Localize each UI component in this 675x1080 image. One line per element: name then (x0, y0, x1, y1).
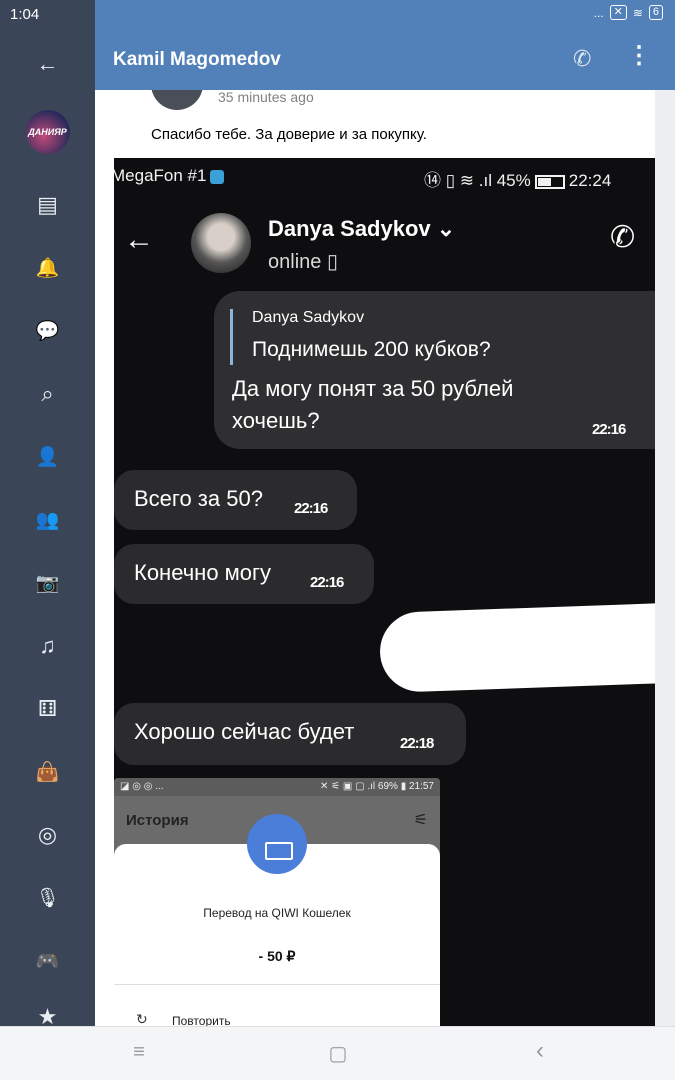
search-icon[interactable]: ⌕ (0, 374, 95, 414)
bubble-time: 22:16 (294, 500, 328, 517)
carrier-name: MegaFon #1 (114, 166, 207, 185)
incoming-bubble: Хорошо сейчас будет 22:18 (114, 703, 466, 765)
reply-name: Danya Sadykov (252, 309, 365, 326)
avatar: ДАНИЯР (25, 110, 70, 154)
bell-icon[interactable]: 🔔 (0, 248, 95, 288)
camera-icon[interactable]: 📷 (0, 563, 95, 603)
message-time: 35 minutes ago (218, 90, 314, 105)
bubble-time: 22:16 (310, 574, 344, 591)
status-dots: ... (593, 5, 604, 20)
contact-avatar (191, 213, 251, 273)
status-time: 1:04 (10, 6, 40, 23)
repeat-label: Повторить (172, 1014, 231, 1026)
target-icon[interactable]: ◎ (0, 815, 95, 855)
reply-text: Поднимешь 200 кубков? (252, 338, 491, 361)
gamepad-icon[interactable]: 🎮 (0, 941, 95, 981)
qiwi-screenshot: ◪ ◎ ◎ ... ✕ ⚟ ▣ ▢ .ıl 69% ▮ 21:57 Истори… (114, 778, 440, 1026)
phone-icon[interactable]: ✆ (573, 46, 591, 72)
outgoing-bubble: Danya Sadykov Поднимешь 200 кубков? Да м… (214, 291, 655, 449)
podcast-icon[interactable]: 🎙 (0, 878, 95, 918)
wifi-icon: ≋ (632, 5, 643, 20)
contact-status: online ▯ (268, 249, 338, 274)
redaction-mark (378, 602, 655, 694)
sim-icon: ✕ (609, 5, 627, 20)
chat-header: Kamil Magomedov ✆ ⋮ (95, 30, 675, 90)
star-icon[interactable]: ★ (0, 1004, 95, 1026)
profile-avatar[interactable]: ДАНИЯР (0, 110, 95, 154)
chat-title[interactable]: Kamil Magomedov (113, 49, 281, 71)
qiwi-status-bar: ◪ ◎ ◎ ... ✕ ⚟ ▣ ▢ .ıl 69% ▮ 21:57 (114, 778, 440, 796)
divider (114, 984, 440, 985)
message-area: 35 minutes ago Спасибо тебе. За доверие … (95, 90, 675, 1026)
message-text: Спасибо тебе. За доверие и за покупку. (151, 126, 427, 143)
back-arrow-icon[interactable]: ← (0, 44, 95, 84)
shop-icon[interactable]: 👜 (0, 752, 95, 792)
bubble-time: 22:16 (592, 421, 626, 438)
reply-bar (230, 309, 233, 365)
chevron-down-icon: ⌄ (436, 216, 456, 241)
contact-name: Danya Sadykov ⌄ (268, 216, 455, 242)
transfer-amount: - 50 ₽ (258, 948, 296, 964)
shield-icon (210, 169, 225, 184)
sidebar: ← ДАНИЯР ▤ 🔔 💬 ⌕ 👤 👥 📷 ♫ ⚅ 👜 ◎ 🎙 🎮 ★ (0, 30, 95, 1026)
bubble-time: 22:18 (400, 735, 434, 752)
incoming-bubble: Всего за 50? 22:16 (114, 470, 357, 530)
phone-icon: ✆ (610, 221, 636, 254)
message-card: 35 minutes ago Спасибо тебе. За доверие … (95, 90, 655, 1026)
incoming-bubble: Конечно могу 22:16 (114, 544, 374, 604)
qiwi-transfer-card: Перевод на QIWI Кошелек - 50 ₽ ↻ Повтори… (114, 814, 440, 1026)
contact-name-text: Danya Sadykov (268, 216, 431, 241)
sender-avatar[interactable] (151, 90, 203, 110)
back-arrow-icon: ← (124, 223, 154, 256)
status-bar: 1:04 ... ✕ ≋ 6 (0, 0, 675, 30)
screenshot-status-icons: ⑭ ▯ ≋ .ıl 45% (424, 171, 531, 190)
screenshot-clock: 22:24 (568, 171, 612, 190)
attached-screenshot[interactable]: MegaFon #1 ⑭ ▯ ≋ .ıl 45% 22:24 ← Danya Sa… (114, 158, 655, 1026)
games-icon[interactable]: ⚅ (0, 689, 95, 729)
news-icon[interactable]: ▤ (0, 185, 95, 225)
battery-icon: 6 (648, 5, 663, 20)
back-icon[interactable]: ‹ (525, 1037, 555, 1065)
contact-status-text: online (268, 251, 322, 273)
bubble-text: Да могу понят за 50 рублей хочешь? (232, 376, 514, 433)
avatar-badge: ДАНИЯР (28, 127, 67, 137)
system-nav-bar: ≡ ▢ ‹ (0, 1026, 675, 1080)
bubble-text: Хорошо сейчас будет (134, 719, 355, 744)
battery-icon (534, 174, 565, 189)
qiwi-title: История (126, 812, 189, 829)
profile-icon[interactable]: 👤 (0, 437, 95, 477)
device-icon: ▯ (326, 251, 338, 273)
qiwi-status-right: ✕ ⚟ ▣ ▢ .ıl 69% ▮ 21:57 (319, 781, 434, 792)
more-menu-icon[interactable]: ⋮ (627, 44, 651, 68)
bubble-text: Всего за 50? (134, 486, 263, 511)
bubble-text: Конечно могу (134, 560, 272, 585)
screenshot-status-bar: MegaFon #1 ⑭ ▯ ≋ .ıl 45% 22:24 (114, 166, 655, 190)
friends-icon[interactable]: 👥 (0, 500, 95, 540)
messages-icon[interactable]: 💬 (0, 311, 95, 351)
transfer-label: Перевод на QIWI Кошелек (203, 906, 351, 920)
transfer-icon (247, 814, 307, 874)
music-icon[interactable]: ♫ (0, 626, 95, 666)
repeat-icon: ↻ (136, 1011, 148, 1026)
menu-icon[interactable]: ≡ (124, 1041, 154, 1064)
qiwi-status-left: ◪ ◎ ◎ ... (120, 781, 164, 792)
filter-icon: ⚟ (413, 812, 428, 829)
home-icon[interactable]: ▢ (323, 1041, 353, 1066)
status-icons: ... ✕ ≋ 6 (594, 5, 663, 20)
